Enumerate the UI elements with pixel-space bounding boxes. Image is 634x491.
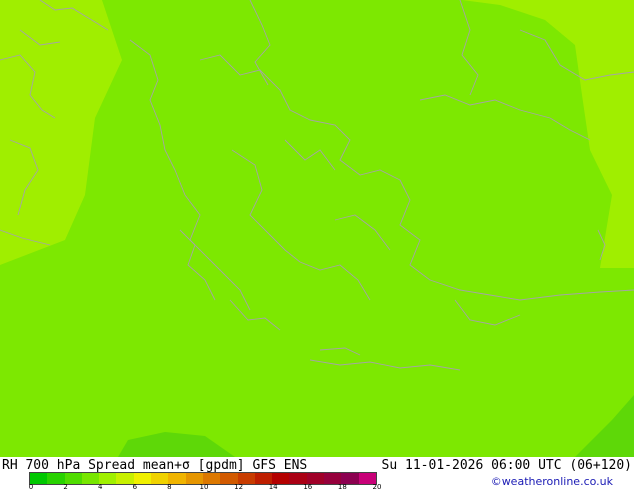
map-canvas: [0, 0, 634, 457]
valid-time: Su 11-01-2026 06:00 UTC (06+120): [381, 458, 632, 473]
credit-link[interactable]: ©weatheronline.co.uk: [491, 475, 613, 488]
map-title: RH 700 hPa Spread mean+σ [gpdm] GFS ENS: [2, 458, 308, 473]
